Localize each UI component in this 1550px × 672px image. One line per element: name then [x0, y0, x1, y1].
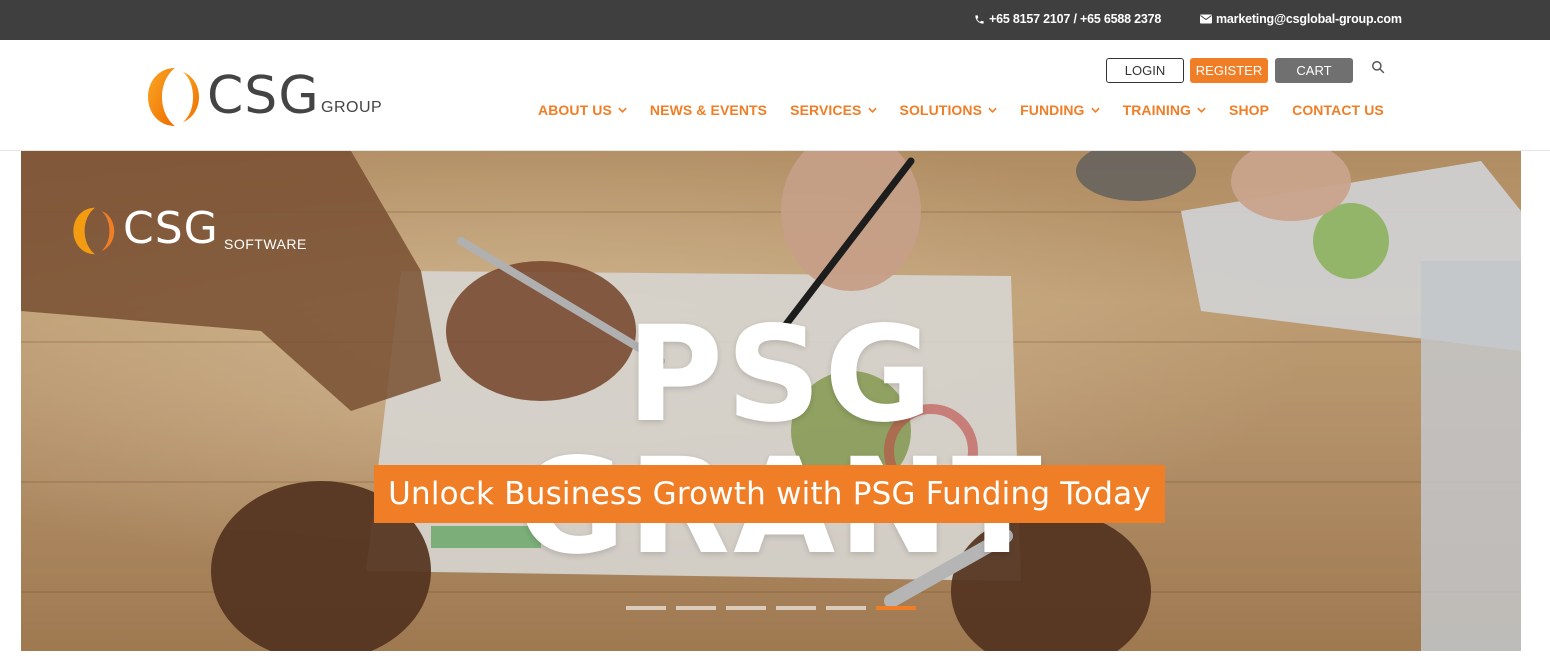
slider-dot[interactable]: [776, 606, 816, 610]
nav-item-shop[interactable]: SHOP: [1229, 102, 1269, 118]
nav-label: SERVICES: [790, 102, 862, 118]
nav-label: TRAINING: [1122, 102, 1192, 118]
chevron-down-icon: [1197, 107, 1206, 113]
slider-dot[interactable]: [626, 606, 666, 610]
phone-icon: [974, 14, 985, 25]
logo-text: CSG: [207, 66, 320, 126]
email-address: marketing@csglobal-group.com: [1216, 12, 1402, 26]
slider-dot[interactable]: [826, 606, 866, 610]
search-icon[interactable]: [1371, 60, 1387, 76]
register-button[interactable]: REGISTER: [1190, 58, 1268, 83]
nav-label: NEWS & EVENTS: [649, 102, 768, 118]
nav-item-solutions[interactable]: SOLUTIONS: [900, 102, 998, 118]
slider-dot[interactable]: [676, 606, 716, 610]
hero-logo-suffix: SOFTWARE: [224, 236, 307, 252]
phone-contact[interactable]: +65 8157 2107 / +65 6588 2378: [974, 12, 1161, 26]
page-margin-right: [1521, 151, 1550, 672]
nav-item-news-events[interactable]: NEWS & EVENTS: [650, 102, 767, 118]
logo-suffix: GROUP: [321, 99, 383, 116]
chevron-down-icon: [988, 107, 997, 113]
hero-logo-text: CSG: [123, 203, 219, 254]
hero-slider[interactable]: CSG SOFTWARE PSG GRANT Unlock Business G…: [21, 151, 1521, 651]
nav-item-funding[interactable]: FUNDING: [1020, 102, 1100, 118]
nav-item-services[interactable]: SERVICES: [790, 102, 877, 118]
logo-ring-icon: [148, 68, 199, 126]
chevron-down-icon: [867, 107, 877, 113]
nav-label: SHOP: [1229, 102, 1270, 118]
nav-label: SOLUTIONS: [899, 102, 983, 118]
site-header: CSG GROUP LOGIN REGISTER CART ABOUT US N…: [0, 40, 1550, 151]
hero-subtitle-banner[interactable]: Unlock Business Growth with PSG Funding …: [374, 465, 1165, 523]
chevron-down-icon: [1090, 107, 1100, 113]
nav-label: ABOUT US: [538, 102, 612, 118]
hero-title: PSG GRANT: [517, 298, 1042, 573]
slider-pagination: [626, 606, 916, 610]
page-margin-bottom: [0, 651, 1550, 672]
nav-item-about-us[interactable]: ABOUT US: [538, 102, 627, 118]
nav-item-training[interactable]: TRAINING: [1123, 102, 1206, 118]
email-contact[interactable]: marketing@csglobal-group.com: [1200, 12, 1402, 26]
csg-group-logo[interactable]: CSG GROUP: [145, 64, 385, 130]
slider-dot[interactable]: [726, 606, 766, 610]
mail-icon: [1200, 14, 1212, 24]
login-button[interactable]: LOGIN: [1106, 58, 1184, 83]
main-nav: ABOUT US NEWS & EVENTS SERVICES SOLUTION…: [538, 102, 1384, 118]
nav-label: FUNDING: [1020, 102, 1085, 118]
cart-button[interactable]: CART: [1275, 58, 1353, 83]
slider-dot-active[interactable]: [876, 606, 916, 610]
nav-item-contact-us[interactable]: CONTACT US: [1292, 102, 1384, 118]
csg-software-logo: CSG SOFTWARE: [71, 203, 331, 263]
chevron-down-icon: [618, 107, 627, 113]
logo-ring-icon: [73, 207, 115, 255]
nav-label: CONTACT US: [1292, 102, 1384, 118]
top-contact-bar: +65 8157 2107 / +65 6588 2378 marketing@…: [0, 0, 1550, 40]
phone-numbers: +65 8157 2107 / +65 6588 2378: [989, 12, 1162, 26]
